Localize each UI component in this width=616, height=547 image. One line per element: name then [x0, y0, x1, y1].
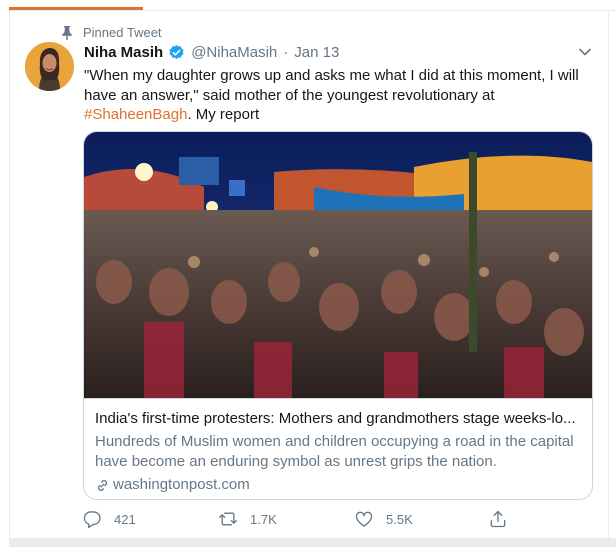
link-icon	[97, 479, 108, 491]
retweet-icon	[219, 512, 237, 526]
tweet-text: "When my daughter grows up and asks me w…	[84, 66, 584, 125]
share-button[interactable]	[488, 509, 520, 529]
pin-icon	[62, 25, 72, 40]
like-count: 5.5K	[386, 511, 413, 527]
verified-badge-icon	[169, 45, 184, 59]
heart-icon	[355, 511, 373, 527]
link-card[interactable]: India's first-time protesters: Mothers a…	[83, 131, 593, 500]
reply-button[interactable]: 421	[82, 509, 136, 529]
tweet-text-body: "When my daughter grows up and asks me w…	[84, 67, 579, 104]
pinned-label: Pinned Tweet	[83, 25, 162, 40]
author-handle[interactable]: @NihaMasih	[191, 44, 277, 61]
card-body[interactable]: India's first-time protesters: Mothers a…	[84, 398, 592, 495]
hashtag-link[interactable]: #ShaheenBagh	[84, 106, 187, 123]
avatar-photo	[25, 42, 74, 91]
chevron-down-icon[interactable]	[578, 45, 592, 59]
header-separator: ·	[283, 44, 289, 61]
author-name[interactable]: Niha Masih	[84, 44, 163, 61]
card-domain-row: washingtonpost.com	[95, 475, 592, 495]
card-domain: washingtonpost.com	[113, 476, 250, 493]
tweet-date[interactable]: Jan 13	[294, 44, 339, 61]
tweet-text-tail: . My report	[187, 106, 260, 123]
card-description: Hundreds of Muslim women and children oc…	[95, 433, 574, 470]
tweet-actions: 421 1.7K 5.5K	[82, 509, 522, 531]
retweet-count: 1.7K	[250, 511, 277, 527]
tweet-header: Niha Masih @NihaMasih · Jan 13	[84, 44, 339, 61]
avatar[interactable]	[25, 42, 74, 91]
bottom-divider	[9, 538, 616, 547]
card-image[interactable]	[84, 132, 592, 398]
reply-count: 421	[114, 511, 136, 527]
card-title: India's first-time protesters: Mothers a…	[95, 410, 576, 427]
pinned-tweet[interactable]: Pinned Tweet Niha Masih @NihaMasih · Jan…	[9, 11, 609, 547]
like-button[interactable]: 5.5K	[354, 509, 413, 529]
retweet-button[interactable]: 1.7K	[218, 509, 277, 529]
share-icon	[490, 510, 506, 528]
reply-icon	[83, 511, 101, 528]
pinned-tweet-label-row: Pinned Tweet	[62, 25, 162, 40]
